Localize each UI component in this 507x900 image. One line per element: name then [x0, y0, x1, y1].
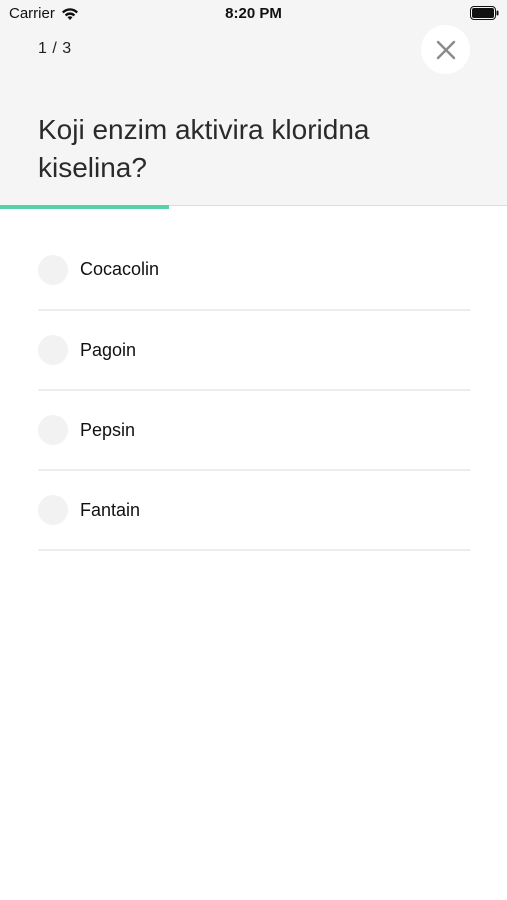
radio-button[interactable] [38, 495, 68, 525]
quiz-progress-fill [0, 205, 169, 209]
answer-option-4[interactable]: Fantain [38, 471, 470, 551]
answer-option-3[interactable]: Pepsin [38, 391, 470, 471]
answer-list: Cocacolin Pagoin Pepsin Fantain [38, 230, 470, 551]
answer-label: Pepsin [80, 419, 136, 440]
close-icon [436, 40, 455, 59]
quiz-header: Carrier 8:20 PM 1 / 3 Koji enzim aktivir… [0, 0, 507, 206]
answer-option-2[interactable]: Pagoin [38, 311, 470, 391]
close-button[interactable] [421, 25, 470, 74]
radio-button[interactable] [38, 335, 68, 365]
quiz-progress-bar [0, 205, 507, 209]
radio-button[interactable] [38, 415, 68, 445]
answer-label: Fantain [80, 499, 141, 520]
answer-label: Pagoin [80, 339, 137, 360]
battery-icon [470, 6, 499, 20]
question-text: Koji enzim aktivira kloridna kiselina? [38, 114, 370, 183]
answer-option-1[interactable]: Cocacolin [38, 230, 470, 311]
answer-label: Cocacolin [80, 259, 160, 279]
question-counter: 1 / 3 [38, 40, 72, 57]
radio-button[interactable] [38, 254, 68, 285]
status-time: 8:20 PM [225, 5, 282, 22]
quiz-screen: Carrier 8:20 PM 1 / 3 Koji enzim aktivir… [0, 0, 507, 900]
status-bar: Carrier 8:20 PM [0, 0, 507, 28]
